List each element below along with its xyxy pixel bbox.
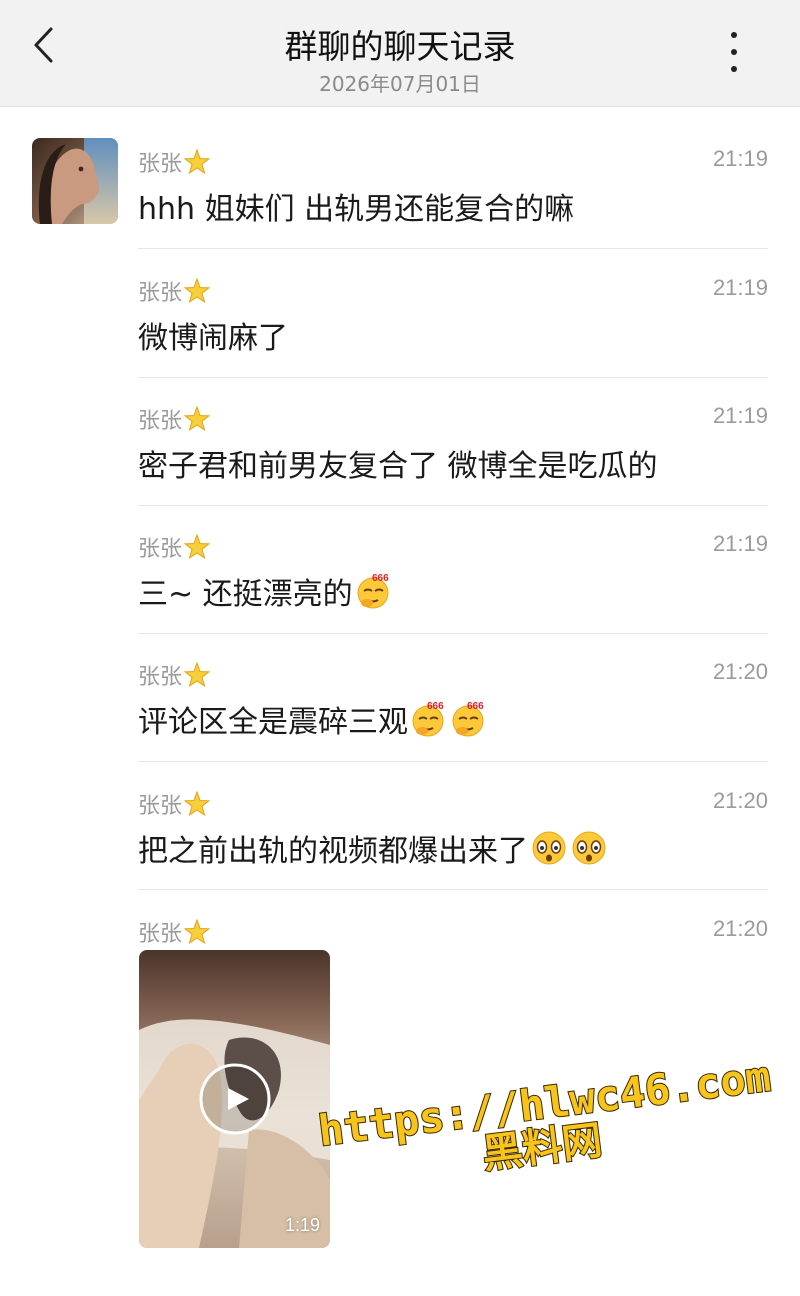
chat-message[interactable]: 张张 21:20 评论区全是震碎三观 666 666 (138, 659, 768, 740)
shocked-emoji-icon (532, 831, 566, 865)
message-text[interactable]: 微博闹麻了 (138, 313, 288, 357)
666-emoji-icon: 666 (357, 573, 389, 609)
more-options-button[interactable] (724, 32, 744, 72)
message-time: 21:19 (712, 531, 768, 556)
star-icon (184, 406, 211, 432)
star-icon (184, 534, 211, 560)
svg-text:666: 666 (427, 701, 444, 712)
video-message[interactable]: 1:19 (139, 950, 330, 1248)
message-time: 21:19 (712, 275, 768, 300)
more-dot-icon (731, 66, 737, 72)
svg-text:666: 666 (372, 573, 389, 584)
chat-date: 2026年07月01日 (319, 72, 481, 96)
divider (138, 505, 768, 506)
message-time: 21:20 (712, 659, 768, 684)
sender-name: 张张 (138, 531, 211, 563)
message-time: 21:19 (712, 403, 768, 428)
message-text[interactable]: 把之前出轨的视频都爆出来了 (138, 826, 608, 870)
chat-message[interactable]: 张张 21:20 把之前出轨的视频都爆出来了 (138, 788, 768, 869)
more-dot-icon (731, 32, 737, 38)
sender-name: 张张 (138, 275, 211, 307)
star-icon (184, 278, 211, 304)
shocked-emoji-icon (572, 831, 606, 865)
message-text[interactable]: 密子君和前男友复合了 微博全是吃瓜的 (138, 441, 658, 485)
sender-name: 张张 (138, 146, 211, 178)
play-icon[interactable] (199, 1063, 271, 1135)
divider (138, 761, 768, 762)
message-text[interactable]: 三~ 还挺漂亮的 666 (138, 569, 393, 613)
chat-message[interactable]: 张张 21:19 hhh 姐妹们 出轨男还能复合的嘛 (138, 146, 768, 227)
chat-message[interactable]: 张张 21:19 密子君和前男友复合了 微博全是吃瓜的 (138, 403, 768, 484)
avatar-photo (32, 138, 118, 224)
video-duration: 1:19 (284, 1215, 320, 1235)
star-icon (184, 791, 211, 817)
divider (138, 377, 768, 378)
message-time: 21:19 (712, 146, 768, 171)
star-icon (184, 149, 211, 175)
star-icon (184, 919, 211, 945)
message-time: 21:20 (712, 788, 768, 813)
title-bar: 群聊的聊天记录 2026年07月01日 (0, 0, 800, 107)
666-emoji-icon: 666 (452, 701, 484, 737)
chat-message[interactable]: 张张 21:20 (138, 916, 768, 948)
divider (138, 248, 768, 249)
divider (138, 889, 768, 890)
sender-name: 张张 (138, 916, 211, 948)
chat-message[interactable]: 张张 21:19 三~ 还挺漂亮的 666 (138, 531, 768, 612)
sender-name: 张张 (138, 659, 211, 691)
svg-text:666: 666 (467, 701, 484, 712)
666-emoji-icon: 666 (412, 701, 444, 737)
star-icon (184, 662, 211, 688)
message-time: 21:20 (712, 916, 768, 941)
watermark: https://hlwc46.com 黑料网 (315, 1051, 775, 1195)
message-text[interactable]: hhh 姐妹们 出轨男还能复合的嘛 (138, 184, 574, 228)
message-text[interactable]: 评论区全是震碎三观 666 666 (138, 697, 488, 741)
chat-message[interactable]: 张张 21:19 微博闹麻了 (138, 275, 768, 356)
sender-name: 张张 (138, 788, 211, 820)
page-title: 群聊的聊天记录 (284, 27, 516, 66)
avatar[interactable] (32, 138, 118, 224)
divider (138, 633, 768, 634)
more-dot-icon (731, 49, 737, 55)
sender-name: 张张 (138, 403, 211, 435)
